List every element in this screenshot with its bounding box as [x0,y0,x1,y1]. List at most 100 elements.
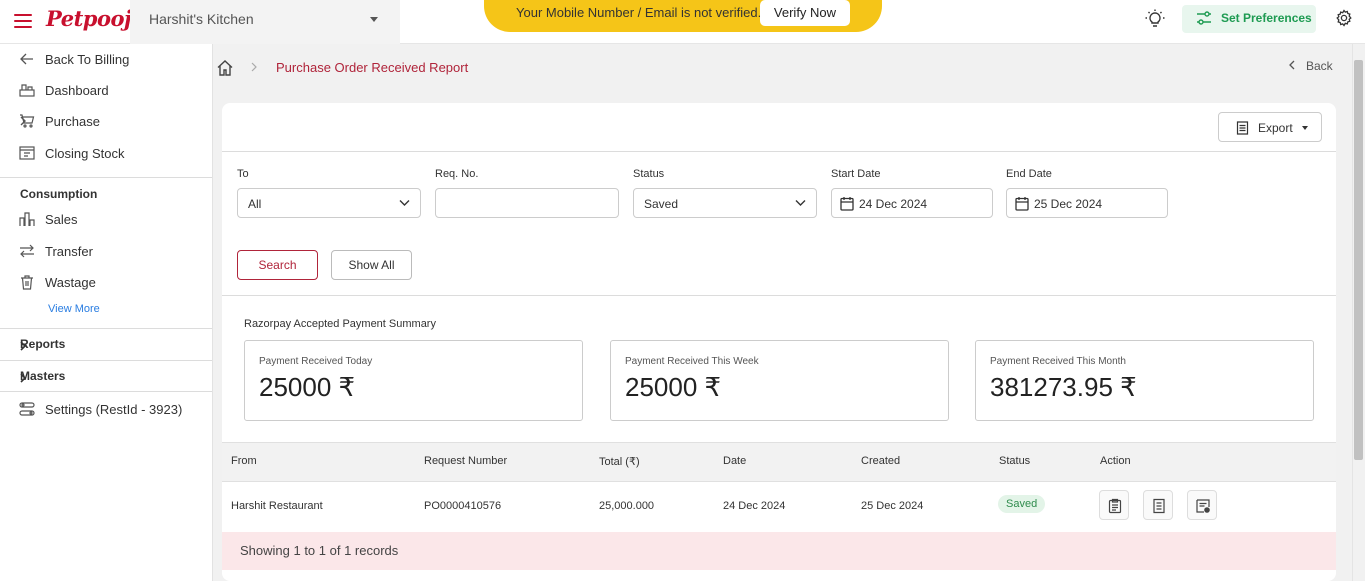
chevron-right-icon [250,61,258,75]
sidebar-item-label: Transfer [45,244,93,259]
to-value: All [248,197,262,211]
view-action-button[interactable] [1099,490,1129,520]
set-preferences-label: Set Preferences [1221,11,1312,25]
summary-title: Razorpay Accepted Payment Summary [244,318,436,330]
sidebar-item-wastage[interactable]: Wastage [0,271,212,295]
start-date-label: Start Date [831,168,881,180]
sales-icon [19,212,35,226]
sidebar-item-label: Back To Billing [45,52,130,67]
divider [0,360,212,361]
chevron-right-icon [20,373,27,383]
export-label: Export [1258,121,1293,135]
summary-today-value: 25000 ₹ [259,372,356,402]
details-action-button[interactable] [1143,490,1173,520]
column-header-date: Date [723,455,747,467]
sidebar-item-sales[interactable]: Sales [0,208,212,232]
to-select[interactable]: All [237,188,421,218]
summary-month-label: Payment Received This Month [990,356,1126,367]
req-no-label: Req. No. [435,168,479,180]
sidebar: Back To Billing Dashboard Purchase Closi… [0,44,213,581]
summary-week-label: Payment Received This Week [625,356,759,367]
status-label: Status [633,168,665,180]
verify-banner: Your Mobile Number / Email is not verifi… [484,0,882,32]
status-badge: Saved [998,495,1046,513]
column-header-request-number: Request Number [424,455,508,467]
sidebar-item-label: Dashboard [45,83,109,98]
menu-icon[interactable] [14,14,32,28]
cell-from: Harshit Restaurant [231,500,323,512]
list-check-icon [1196,499,1210,513]
outlet-selector[interactable]: Harshit's Kitchen [130,0,400,44]
document-icon [1153,498,1165,514]
gear-icon[interactable] [1335,9,1353,30]
to-label: To [237,168,249,180]
summary-month-card: Payment Received This Month 381273.95 ₹ [975,340,1314,421]
caret-down-icon [1302,126,1308,130]
verify-message: Your Mobile Number / Email is not verifi… [516,5,762,20]
divider [0,328,212,329]
lightbulb-icon[interactable] [1145,9,1165,32]
summary-week-card: Payment Received This Week 25000 ₹ [610,340,949,421]
transfer-icon [20,244,34,258]
table-footer: Showing 1 to 1 of 1 records [222,532,1336,570]
divider [0,391,212,392]
sidebar-item-transfer[interactable]: Transfer [0,240,212,264]
show-all-button[interactable]: Show All [331,250,412,280]
scrollbar-thumb[interactable] [1354,60,1363,460]
req-no-input[interactable] [435,188,619,218]
divider [222,295,1336,296]
column-header-from: From [231,455,257,467]
column-header-status: Status [999,455,1031,467]
summary-week-value: 25000 ₹ [625,372,722,402]
back-link[interactable]: Back [1288,59,1333,73]
view-more-link[interactable]: View More [48,303,100,315]
clipboard-icon [1108,498,1122,514]
table-header: From Request Number Total (₹) Date Creat… [222,442,1336,482]
column-header-action: Action [1100,455,1131,467]
caret-down-icon [370,17,378,22]
summary-today-card: Payment Received Today 25000 ₹ [244,340,583,421]
sidebar-item-dashboard[interactable]: Dashboard [0,79,212,103]
end-date-value: 25 Dec 2024 [1034,197,1103,211]
export-button[interactable]: Export [1218,112,1322,142]
trash-icon [21,275,33,290]
settle-action-button[interactable] [1187,490,1217,520]
settings-icon [19,402,35,416]
sidebar-item-back-to-billing[interactable]: Back To Billing [0,48,212,72]
calendar-icon [1015,197,1029,211]
sidebar-item-label: Sales [45,212,78,227]
chevron-down-icon [399,200,410,206]
divider [222,151,1336,152]
sidebar-item-purchase[interactable]: Purchase [0,110,212,134]
document-icon [1236,121,1249,135]
status-select[interactable]: Saved [633,188,817,218]
column-header-created: Created [861,455,901,467]
sidebar-item-masters[interactable]: Masters [0,366,212,390]
end-date-label: End Date [1006,168,1052,180]
sidebar-item-settings[interactable]: Settings (RestId - 3923) [0,398,212,422]
calendar-icon [840,197,854,211]
verify-now-button[interactable]: Verify Now [760,0,850,26]
cell-request-number: PO0000410576 [424,500,502,512]
home-icon[interactable] [216,59,234,80]
consumption-heading: Consumption [20,187,98,201]
search-button[interactable]: Search [237,250,318,280]
back-label: Back [1306,59,1333,73]
sidebar-item-label: Settings (RestId - 3923) [45,402,183,417]
chevron-down-icon [795,200,806,206]
sidebar-item-closing-stock[interactable]: Closing Stock [0,142,212,166]
sidebar-item-reports[interactable]: Reports [0,334,212,358]
end-date-input[interactable]: 25 Dec 2024 [1006,188,1168,218]
status-value: Saved [644,197,679,211]
report-card: Export To All Req. No. Status Saved Star… [222,103,1336,581]
stock-icon [19,146,35,160]
dashboard-icon [19,84,35,97]
cell-created: 25 Dec 2024 [861,500,924,512]
page-title: Purchase Order Received Report [276,60,469,75]
column-header-total: Total (₹) [599,456,640,468]
start-date-input[interactable]: 24 Dec 2024 [831,188,993,218]
cell-date: 24 Dec 2024 [723,500,786,512]
chevron-left-icon [1289,60,1295,70]
arrow-left-icon [20,53,33,65]
set-preferences-button[interactable]: Set Preferences [1182,5,1316,33]
